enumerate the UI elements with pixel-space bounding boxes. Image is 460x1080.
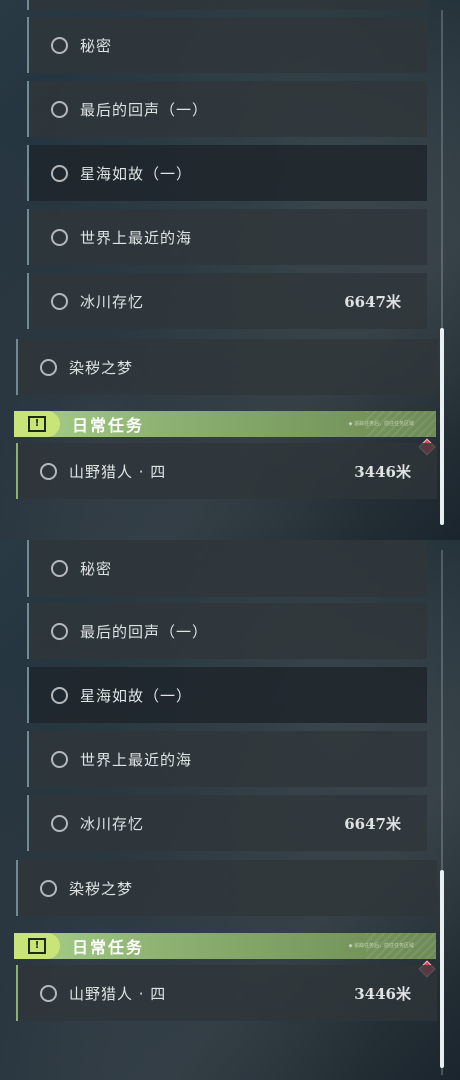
quest-row-secret[interactable]: 秘密 — [27, 540, 427, 597]
daily-quest-header[interactable]: ! 日常任务 ◆ 追踪任务后，前往任务区域 — [14, 411, 436, 437]
quest-label: 冰川存忆 — [80, 292, 145, 311]
quest-row-tainted-dream[interactable]: 染秽之梦 — [16, 860, 437, 916]
circle-icon — [51, 814, 68, 832]
daily-quest-title: 日常任务 — [72, 416, 145, 435]
quest-row-nearest-sea[interactable]: 世界上最近的海 — [27, 209, 427, 265]
circle-icon — [51, 228, 68, 246]
quest-panel-top: 秘密 最后的回声（一） 星海如故（一） 世界上最近的海 冰川存忆 6647米 染… — [0, 0, 460, 540]
quest-row-glacier-memory[interactable]: 冰川存忆 6647米 — [27, 795, 427, 851]
quest-label: 星海如故（一） — [80, 686, 193, 705]
quest-distance: 6647米 — [344, 814, 401, 833]
circle-icon — [51, 100, 68, 118]
quest-label: 冰川存忆 — [80, 814, 145, 833]
daily-quest-note: ◆ 追踪任务后，前往任务区域 — [348, 421, 414, 427]
quest-row-last-echo[interactable]: 最后的回声（一） — [27, 603, 427, 659]
quest-distance: 3446米 — [354, 462, 411, 481]
scrollbar-thumb[interactable] — [440, 328, 444, 525]
alert-icon: ! — [14, 933, 60, 959]
quest-label: 最后的回声（一） — [80, 622, 209, 641]
quest-distance: 6647米 — [344, 292, 401, 311]
quest-row-nearest-sea[interactable]: 世界上最近的海 — [27, 731, 427, 787]
alert-icon: ! — [14, 411, 60, 437]
circle-icon — [51, 164, 68, 182]
circle-icon — [40, 358, 57, 376]
quest-label: 山野猎人 · 四 — [69, 462, 167, 481]
quest-row-glacier-memory[interactable]: 冰川存忆 6647米 — [27, 273, 427, 329]
quest-panel-bottom: 秘密 最后的回声（一） 星海如故（一） 世界上最近的海 冰川存忆 6647米 染… — [0, 540, 460, 1080]
quest-label: 秘密 — [80, 560, 113, 578]
quest-label: 世界上最近的海 — [80, 750, 193, 769]
circle-icon — [51, 292, 68, 310]
quest-label: 星海如故（一） — [80, 164, 193, 183]
quest-label: 世界上最近的海 — [80, 228, 193, 247]
daily-quest-note: ◆ 追踪任务后，前往任务区域 — [348, 943, 414, 949]
circle-icon — [51, 750, 68, 768]
scrollbar-thumb[interactable] — [440, 870, 444, 1068]
daily-quest-header[interactable]: ! 日常任务 ◆ 追踪任务后，前往任务区域 — [14, 933, 436, 959]
circle-icon — [51, 622, 68, 640]
quest-row-star-sea[interactable]: 星海如故（一） — [27, 667, 427, 723]
row-fragment — [27, 0, 429, 10]
circle-icon — [51, 560, 68, 577]
daily-quest-title: 日常任务 — [72, 938, 145, 957]
quest-label: 山野猎人 · 四 — [69, 984, 167, 1003]
quest-label: 秘密 — [80, 36, 113, 55]
quest-row-secret[interactable]: 秘密 — [27, 17, 427, 73]
circle-icon — [51, 686, 68, 704]
circle-icon — [40, 879, 57, 897]
quest-row-tainted-dream[interactable]: 染秽之梦 — [16, 339, 437, 395]
quest-row-star-sea[interactable]: 星海如故（一） — [27, 145, 427, 201]
quest-label: 最后的回声（一） — [80, 100, 209, 119]
quest-row-mountain-hunter[interactable]: 山野猎人 · 四 3446米 — [16, 443, 437, 499]
circle-icon — [40, 984, 57, 1002]
quest-row-last-echo[interactable]: 最后的回声（一） — [27, 81, 427, 137]
circle-icon — [51, 36, 68, 54]
quest-label: 染秽之梦 — [69, 879, 134, 898]
quest-row-mountain-hunter[interactable]: 山野猎人 · 四 3446米 — [16, 965, 437, 1021]
circle-icon — [40, 462, 57, 480]
quest-distance: 3446米 — [354, 984, 411, 1003]
quest-label: 染秽之梦 — [69, 358, 134, 377]
